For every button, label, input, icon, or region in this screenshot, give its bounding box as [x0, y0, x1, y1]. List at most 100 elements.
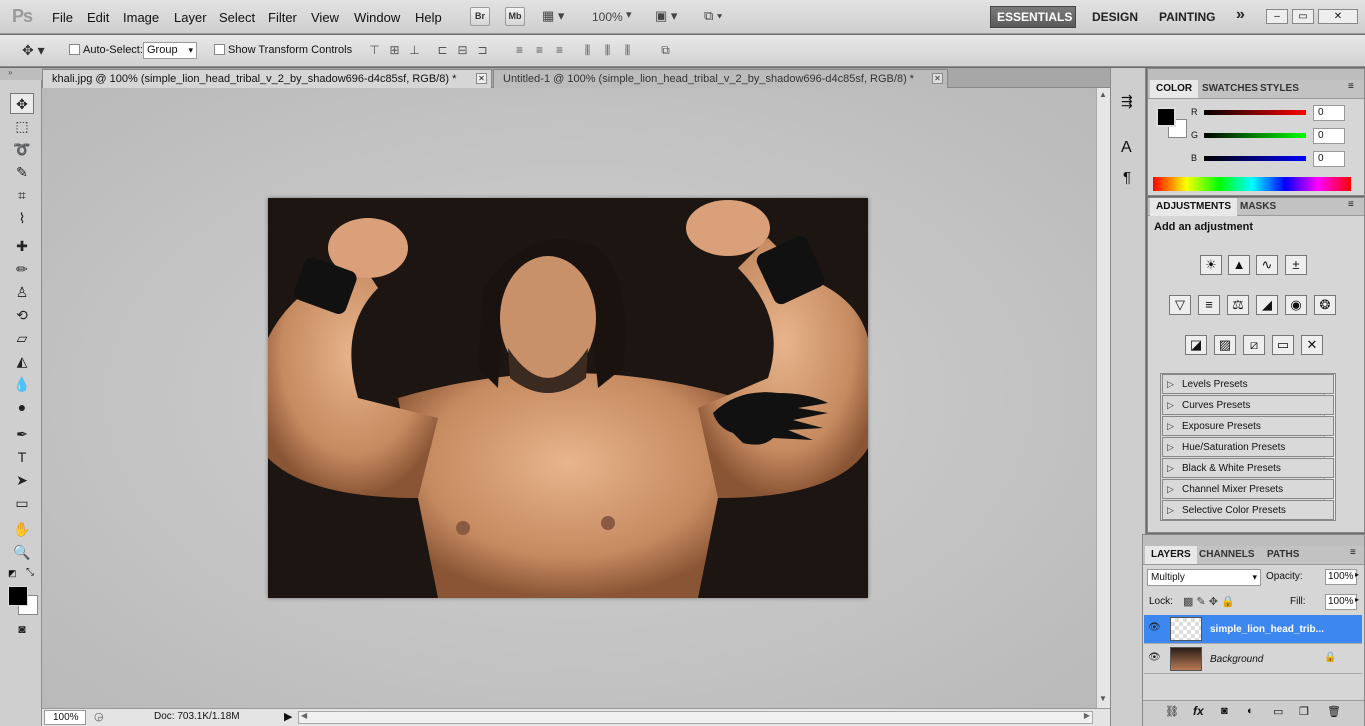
color-balance-icon[interactable]: ⚖ [1227, 295, 1249, 315]
lock-options-icons[interactable]: ▩ ✎ ✥ 🔒 [1183, 595, 1235, 608]
align-bottom-icon[interactable]: ⊥ [407, 43, 422, 58]
eraser-tool-icon[interactable]: ▱ [10, 328, 34, 349]
channel-mixer-icon[interactable]: ❂ [1314, 295, 1336, 315]
auto-align-layers-icon[interactable]: ⧉ [658, 43, 673, 58]
swap-colors-icon[interactable]: ⤡ [26, 567, 34, 578]
scroll-left-icon[interactable]: ◀ [301, 711, 307, 720]
layer-name[interactable]: Background [1210, 654, 1263, 665]
curves-icon[interactable]: ∿ [1256, 255, 1278, 275]
opacity-arrow-icon[interactable]: ▸ [1355, 570, 1359, 579]
view-extras-icon[interactable]: ▦ ▾ [542, 8, 572, 25]
panel-menu-icon[interactable]: ≡ [1348, 199, 1354, 210]
status-icon[interactable]: ◶ [94, 710, 104, 723]
quick-mask-icon[interactable]: ◙ [10, 619, 34, 640]
layer-row[interactable]: 👁 Background 🔒 [1144, 645, 1362, 674]
menu-window[interactable]: Window [354, 10, 400, 25]
horizontal-scrollbar[interactable]: ◀ ▶ [298, 711, 1093, 724]
lasso-tool-icon[interactable]: ➰ [10, 139, 34, 160]
tools-collapse-icon[interactable]: » [0, 68, 42, 80]
distribute-hcenter-icon[interactable]: ⫼ [600, 43, 615, 58]
scroll-down-icon[interactable]: ▼ [1099, 694, 1107, 703]
layer-name[interactable]: simple_lion_head_trib... [1210, 624, 1324, 635]
zoom-level[interactable]: 100% [592, 10, 623, 24]
show-transform-checkbox[interactable] [214, 44, 225, 55]
menu-help[interactable]: Help [415, 10, 442, 25]
eye-icon[interactable]: 👁 [1148, 652, 1161, 663]
workspace-essentials[interactable]: ESSENTIALS [997, 8, 1072, 26]
brightness-contrast-icon[interactable]: ☀ [1200, 255, 1222, 275]
quick-select-tool-icon[interactable]: ✎ [10, 162, 34, 183]
threshold-icon[interactable]: ⧄ [1243, 335, 1265, 355]
opacity-field[interactable]: 100% [1325, 569, 1357, 585]
layer-row[interactable]: 👁 simple_lion_head_trib... [1144, 615, 1362, 644]
fg-color-chip[interactable] [1156, 107, 1176, 127]
workspace-painting[interactable]: PAINTING [1159, 8, 1215, 26]
menu-edit[interactable]: Edit [87, 10, 109, 25]
curves-presets[interactable]: Curves Presets [1162, 395, 1334, 415]
distribute-vcenter-icon[interactable]: ≡ [532, 43, 547, 58]
add-mask-icon[interactable]: ◙ [1221, 705, 1228, 717]
green-value-field[interactable]: 0 [1313, 128, 1345, 144]
selective-color-presets[interactable]: Selective Color Presets [1162, 500, 1334, 520]
brush-tool-icon[interactable]: ✏ [10, 259, 34, 280]
red-value-field[interactable]: 0 [1313, 105, 1345, 121]
tab-untitled-1[interactable]: Untitled-1 @ 100% (simple_lion_head_trib… [493, 69, 948, 88]
scroll-right-icon[interactable]: ▶ [1084, 711, 1090, 720]
default-colors-icon[interactable]: ◩ [8, 568, 17, 579]
auto-select-checkbox[interactable] [69, 44, 80, 55]
align-top-icon[interactable]: ⊤ [367, 43, 382, 58]
black-white-presets[interactable]: Black & White Presets [1162, 458, 1334, 478]
exposure-presets[interactable]: Exposure Presets [1162, 416, 1334, 436]
foreground-color-swatch[interactable] [8, 586, 28, 606]
clone-stamp-tool-icon[interactable]: ♙ [10, 282, 34, 303]
vertical-scrollbar[interactable]: ▲ ▼ [1096, 88, 1110, 708]
tab-khali[interactable]: khali.jpg @ 100% (simple_lion_head_triba… [42, 69, 492, 88]
zoom-field[interactable]: 100% [44, 710, 86, 725]
zoom-dropdown-icon[interactable]: ▾ [626, 8, 632, 21]
blur-tool-icon[interactable]: 💧 [10, 374, 34, 395]
zoom-tool-icon[interactable]: 🔍 [10, 542, 34, 563]
workspace-design[interactable]: DESIGN [1092, 8, 1138, 26]
red-slider[interactable] [1204, 110, 1306, 115]
distribute-right-icon[interactable]: ⫼ [620, 43, 635, 58]
green-slider[interactable] [1204, 133, 1306, 138]
tab-color[interactable]: COLOR [1150, 80, 1199, 98]
scroll-up-icon[interactable]: ▲ [1099, 90, 1107, 99]
path-selection-tool-icon[interactable]: ➤ [10, 470, 34, 491]
crop-tool-icon[interactable]: ⌗ [10, 185, 34, 206]
levels-presets[interactable]: Levels Presets [1162, 374, 1334, 394]
hue-saturation-presets[interactable]: Hue/Saturation Presets [1162, 437, 1334, 457]
menu-image[interactable]: Image [123, 10, 159, 25]
eyedropper-tool-icon[interactable]: ⌇ [10, 208, 34, 229]
paint-bucket-tool-icon[interactable]: ◭ [10, 351, 34, 372]
panel-menu-icon[interactable]: ≡ [1348, 81, 1354, 92]
screen-mode-icon[interactable]: ⧉ ▾ [704, 8, 722, 24]
paragraph-panel-icon[interactable]: ¶ [1123, 169, 1131, 186]
hue-saturation-icon[interactable]: ≡ [1198, 295, 1220, 315]
vibrance-icon[interactable]: ▽ [1169, 295, 1191, 315]
tab-masks[interactable]: MASKS [1234, 198, 1282, 216]
close-tab-icon[interactable]: ✕ [476, 73, 487, 84]
history-panel-icon[interactable]: ⇶ [1121, 93, 1133, 110]
exposure-icon[interactable]: ± [1285, 255, 1307, 275]
align-hcenter-icon[interactable]: ⊟ [455, 43, 470, 58]
align-vcenter-icon[interactable]: ⊞ [387, 43, 402, 58]
panel-menu-icon[interactable]: ≡ [1350, 547, 1356, 558]
move-tool-preset-icon[interactable]: ✥ ▾ [22, 42, 45, 59]
link-layers-icon[interactable]: ⛓ [1165, 705, 1179, 718]
delete-layer-icon[interactable]: 🗑 [1327, 705, 1341, 718]
status-menu-icon[interactable]: ▶ [284, 710, 292, 723]
history-brush-tool-icon[interactable]: ⟲ [10, 305, 34, 326]
selective-color-icon[interactable]: ✕ [1301, 335, 1323, 355]
gradient-map-icon[interactable]: ▭ [1272, 335, 1294, 355]
bridge-button[interactable]: Br [470, 7, 490, 26]
distribute-bottom-icon[interactable]: ≡ [552, 43, 567, 58]
pen-tool-icon[interactable]: ✒ [10, 424, 34, 445]
black-white-icon[interactable]: ◢ [1256, 295, 1278, 315]
blend-mode-dropdown[interactable]: Multiply ▾ [1147, 569, 1261, 586]
hand-tool-icon[interactable]: ✋ [10, 519, 34, 540]
healing-brush-tool-icon[interactable]: ✚ [10, 236, 34, 257]
close-tab-icon[interactable]: ✕ [932, 73, 943, 84]
layer-style-icon[interactable]: fx [1193, 704, 1204, 718]
menu-select[interactable]: Select [219, 10, 255, 25]
